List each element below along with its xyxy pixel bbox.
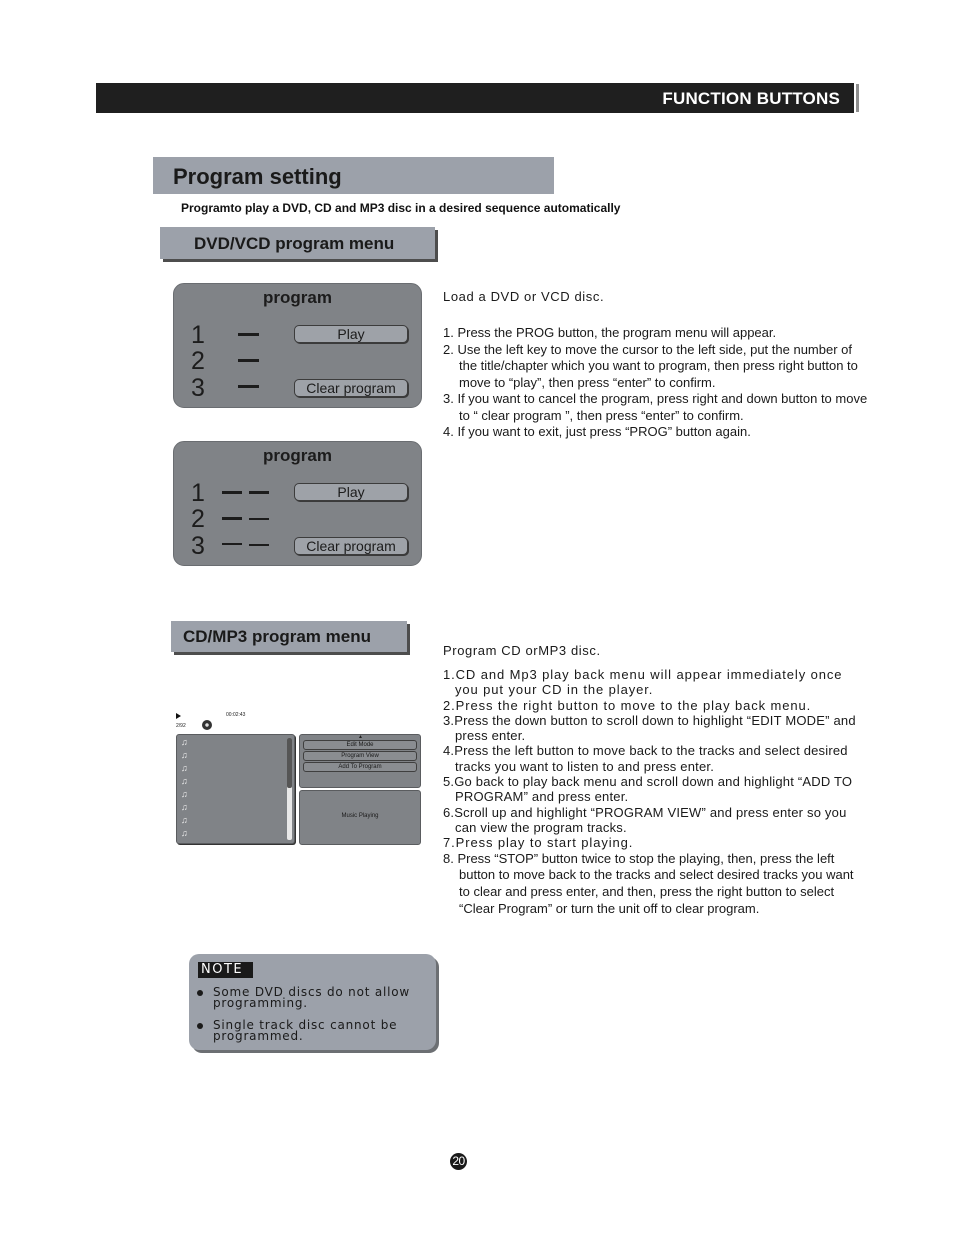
cd-step: 3.Press the down button to scroll down t… [443,712,856,744]
menu-item-program-view[interactable]: Program View [303,751,417,761]
program-row-number: 3 [191,374,205,402]
note-box: NOTE Some DVD discs do not allow program… [189,954,436,1050]
header-bar: FUNCTION BUTTONS [96,83,859,113]
music-note-icon[interactable]: ♫ [181,738,188,747]
section-title: Program setting [173,164,342,189]
page-number: 20 [450,1153,467,1170]
track-counter: 2/92 [176,723,186,729]
program-slot-dash[interactable] [249,518,269,520]
header-edge-divider [856,84,859,112]
program-panel-title: program [263,288,332,307]
note-item: Single track disc cannot be programmed. [213,1018,398,1043]
dvd-step: 4. If you want to exit, just press “PROG… [443,424,751,439]
program-slot-dash[interactable] [249,544,269,546]
track-list[interactable]: ♫ ♫ ♫ ♫ ♫ ♫ ♫ ♫ [176,734,295,844]
dvd-step: 2. Use the left key to move the cursor t… [443,341,858,390]
music-note-icon[interactable]: ♫ [181,829,188,838]
dvd-vcd-heading: DVD/VCD program menu [194,234,395,253]
program-slot-dash[interactable] [238,333,259,336]
cd-steps-list: 1.CD and Mp3 play back menu will appear … [443,667,863,918]
dvd-steps-list: 1. Press the PROG button, the program me… [443,325,868,441]
section-title-bar: Program setting [153,157,554,194]
music-note-icon[interactable]: ♫ [181,790,188,799]
program-slot-dash[interactable] [249,491,269,494]
playback-status-panel: Music Playing [299,790,421,845]
program-row-number: 1 [191,321,205,349]
program-slot-dash[interactable] [238,385,259,388]
program-slot-dash[interactable] [222,517,242,520]
dvd-vcd-heading-bar: DVD/VCD program menu [160,227,435,259]
clear-program-button[interactable]: Clear program [294,537,408,555]
dvd-intro-text: Load a DVD or VCD disc. [443,289,605,304]
bullet-icon [197,990,203,996]
section-subtitle: Programto play a DVD, CD and MP3 disc in… [181,201,621,215]
play-icon [176,713,181,719]
program-row-number: 3 [191,532,205,560]
note-label: NOTE [198,962,253,978]
play-button[interactable]: Play [294,325,408,343]
cd-mp3-heading: CD/MP3 program menu [183,627,371,646]
header-title: FUNCTION BUTTONS [662,89,840,108]
cd-step: 1.CD and Mp3 play back menu will appear … [443,667,843,698]
program-slot-dash[interactable] [222,491,242,494]
track-list-scrollbar[interactable] [287,738,292,840]
menu-item-edit-mode[interactable]: Edit Mode [303,740,417,750]
dvd-step: 1. Press the PROG button, the program me… [443,325,777,340]
cd-step: 7.Press play to start playing. [443,835,634,851]
program-slot-dash[interactable] [222,543,242,545]
elapsed-time: 00:02:43 [226,712,246,718]
cd-step: 2.Press the right button to move to the … [443,697,812,713]
program-slot-dash[interactable] [238,359,259,362]
program-menu-panel-single: program 1 2 3 Play Clear program [173,283,422,408]
bullet-icon [197,1023,203,1029]
music-note-icon[interactable]: ♫ [181,751,188,760]
program-row-number: 2 [191,505,205,533]
cd-step: 6.Scroll up and highlight “PROGRAM VIEW”… [443,804,847,835]
playback-status-bar: 00:02:43 2/92 [176,711,426,733]
program-row-number: 1 [191,479,205,507]
cd-step: 8. Press “STOP” button twice to stop the… [443,850,854,916]
cd-mp3-heading-bar: CD/MP3 program menu [171,621,407,652]
scrollbar-thumb[interactable] [287,738,292,788]
playback-status-text: Music Playing [341,813,379,819]
play-button[interactable]: Play [294,483,408,501]
music-note-icon[interactable]: ♫ [181,803,188,812]
cd-step: 5.Go back to play back menu and scroll d… [443,774,853,805]
clear-program-button[interactable]: Clear program [294,379,408,397]
cd-step: 4.Press the left button to move back to … [443,743,848,774]
playback-menu: ▲ Edit Mode Program View Add To Program [299,734,421,788]
program-panel-title: program [263,446,332,465]
menu-item-add-to-program[interactable]: Add To Program [303,762,417,772]
music-note-icon[interactable]: ♫ [181,777,188,786]
program-menu-panel-double: program 1 2 3 Play Clear program [173,441,422,566]
disc-icon [202,720,212,730]
music-note-icon[interactable]: ♫ [181,816,188,825]
program-row-number: 2 [191,347,205,375]
note-item: Some DVD discs do not allow programming. [213,985,411,1010]
cd-intro-text: Program CD orMP3 disc. [443,643,601,658]
dvd-step: 3. If you want to cancel the program, pr… [443,391,868,423]
music-note-icon[interactable]: ♫ [181,764,188,773]
